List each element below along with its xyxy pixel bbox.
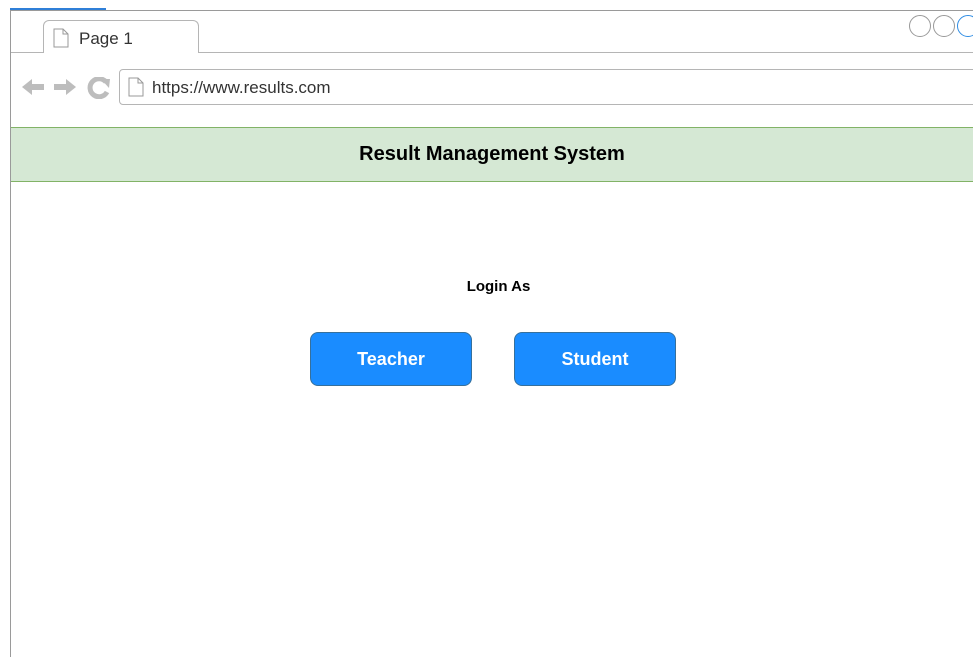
window-control-maximize[interactable]: [933, 15, 955, 37]
tab-label: Page 1: [79, 29, 133, 48]
reload-icon[interactable]: [87, 77, 111, 99]
browser-window: Page 1 https://www.results.com Result Ma…: [10, 10, 973, 657]
window-control-minimize[interactable]: [909, 15, 931, 37]
navigation-bar: https://www.results.com: [11, 67, 973, 107]
url-text: https://www.results.com: [152, 78, 331, 97]
login-as-label: Login As: [466, 278, 531, 295]
address-bar[interactable]: https://www.results.com: [119, 69, 973, 105]
arrow-right-icon[interactable]: [53, 77, 77, 97]
page-title: Result Management System: [359, 143, 625, 165]
teacher-button[interactable]: Teacher: [310, 332, 472, 386]
header-band: Result Management System: [11, 127, 973, 182]
page-icon: [53, 28, 69, 48]
browser-tab[interactable]: Page 1: [43, 20, 199, 53]
window-control-close[interactable]: [957, 15, 973, 37]
arrow-left-icon[interactable]: [21, 77, 45, 97]
page-icon: [128, 77, 144, 97]
student-button[interactable]: Student: [514, 332, 676, 386]
window-controls: [909, 15, 973, 37]
